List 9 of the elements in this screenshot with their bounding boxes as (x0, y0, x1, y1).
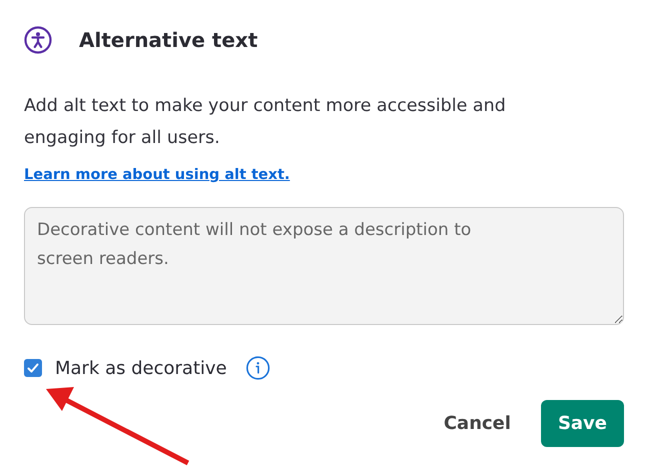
info-icon[interactable] (246, 356, 270, 380)
save-button[interactable]: Save (540, 400, 624, 447)
checkbox-label: Mark as decorative (55, 358, 227, 378)
learn-more-link[interactable]: Learn more about using alt text. (24, 167, 290, 183)
cancel-button[interactable]: Cancel (442, 403, 513, 444)
accessibility-icon (24, 26, 52, 54)
checkbox[interactable] (24, 359, 42, 377)
dialog-title: Alternative text (79, 28, 258, 52)
description-text: Add alt text to make your content more accessible and engaging for all users. (24, 95, 507, 150)
